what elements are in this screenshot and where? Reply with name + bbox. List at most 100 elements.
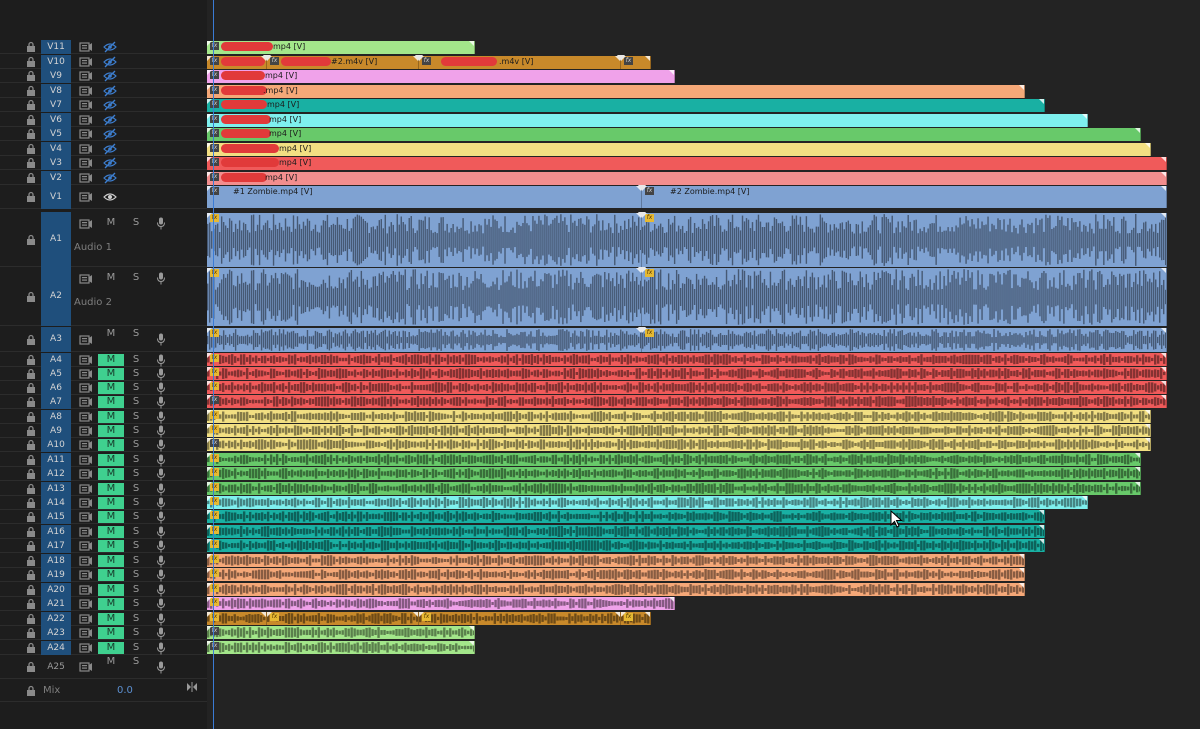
microphone-icon[interactable] [156,627,166,640]
microphone-icon[interactable] [156,613,166,626]
track-target-label[interactable]: V4 [41,142,71,156]
mute-button[interactable]: M [98,627,124,639]
video-clip[interactable]: fx mp4 [V] [207,172,1167,185]
microphone-icon[interactable] [156,584,166,597]
sync-lock-icon[interactable] [79,454,93,466]
sync-lock-icon[interactable] [79,114,93,126]
sync-lock-icon[interactable] [79,627,93,639]
mute-button[interactable]: M [98,497,124,509]
track-target-label[interactable]: A1 [41,212,71,267]
video-clip[interactable]: fx mp4 [V] [207,99,1045,112]
mute-button[interactable]: M [98,217,124,229]
solo-button[interactable]: S [129,627,143,639]
track-target-label[interactable]: A19 [41,568,71,582]
mute-button[interactable]: M [98,328,124,340]
microphone-icon[interactable] [156,411,166,424]
audio-clip[interactable]: fx [207,381,1167,394]
microphone-icon[interactable] [156,382,166,395]
audio-clip[interactable]: fx [207,496,1088,509]
sync-lock-icon[interactable] [79,569,93,581]
eye-off-icon[interactable] [103,56,117,68]
lock-icon[interactable] [25,85,37,97]
track-target-label[interactable]: A2 [41,267,71,326]
timeline-area[interactable]: fx mp4 [V] fx fx #2.m4v [V] fx .m4v [V] fx fx mp4… [207,0,1200,729]
mute-button[interactable]: M [98,555,124,567]
solo-button[interactable]: S [129,497,143,509]
solo-button[interactable]: S [129,656,143,668]
eye-off-icon[interactable] [103,41,117,53]
solo-button[interactable]: S [129,454,143,466]
solo-button[interactable]: S [129,468,143,480]
lock-icon[interactable] [25,540,37,552]
lock-icon[interactable] [25,334,37,346]
lock-icon[interactable] [25,468,37,480]
solo-button[interactable]: S [129,483,143,495]
solo-button[interactable]: S [129,439,143,451]
video-clip[interactable]: fx mp4 [V] [207,114,1088,127]
microphone-icon[interactable] [156,555,166,568]
sync-lock-icon[interactable] [79,157,93,169]
sync-lock-icon[interactable] [79,555,93,567]
sync-lock-icon[interactable] [79,598,93,610]
sync-lock-icon[interactable] [79,425,93,437]
audio-clip[interactable]: fx [207,626,475,639]
lock-icon[interactable] [25,191,37,203]
track-target-label[interactable]: A7 [41,395,71,409]
lock-icon[interactable] [25,172,37,184]
track-target-label[interactable]: A4 [41,353,71,367]
mute-button[interactable]: M [98,439,124,451]
track-target-label[interactable]: V6 [41,113,71,127]
video-clip[interactable]: fx mp4 [V] [207,70,675,83]
solo-button[interactable]: S [129,584,143,596]
track-target-label[interactable]: V8 [41,84,71,98]
mute-button[interactable]: M [98,411,124,423]
microphone-icon[interactable] [156,642,166,655]
mix-volume-value[interactable]: 0.0 [117,685,133,696]
mute-button[interactable]: M [98,526,124,538]
microphone-icon[interactable] [156,468,166,481]
sync-lock-icon[interactable] [79,468,93,480]
eye-off-icon[interactable] [103,157,117,169]
track-target-label[interactable]: V10 [41,55,71,69]
lock-icon[interactable] [25,454,37,466]
sync-lock-icon[interactable] [79,439,93,451]
lock-icon[interactable] [25,354,37,366]
microphone-icon[interactable] [156,439,166,452]
solo-button[interactable]: S [129,555,143,567]
lock-icon[interactable] [25,555,37,567]
lock-icon[interactable] [25,642,37,654]
solo-button[interactable]: S [129,396,143,408]
track-target-label[interactable]: A3 [41,327,71,352]
lock-icon[interactable] [25,396,37,408]
audio-clip[interactable]: fx [207,539,1045,552]
sync-lock-icon[interactable] [79,483,93,495]
audio-clip[interactable]: fx [207,597,675,610]
video-clip[interactable]: fx #1 Zombie.mp4 [V] [207,186,642,208]
mute-button[interactable]: M [98,425,124,437]
sync-lock-icon[interactable] [79,56,93,68]
track-target-label[interactable]: V2 [41,171,71,185]
audio-clip[interactable]: fx [419,612,621,625]
lock-icon[interactable] [25,70,37,82]
solo-button[interactable]: S [129,569,143,581]
audio-clip[interactable]: fx [642,268,1167,326]
sync-lock-icon[interactable] [79,368,93,380]
solo-button[interactable]: S [129,217,143,229]
audio-clip[interactable]: fx [207,367,1167,380]
lock-icon[interactable] [25,368,37,380]
audio-clip[interactable]: fx [207,568,1025,581]
solo-button[interactable]: S [129,411,143,423]
lock-icon[interactable] [25,613,37,625]
lock-icon[interactable] [25,483,37,495]
mute-button[interactable]: M [98,598,124,610]
video-clip[interactable]: fx #2 Zombie.mp4 [V] [642,186,1167,208]
mute-button[interactable]: M [98,511,124,523]
microphone-icon[interactable] [156,511,166,524]
track-target-label[interactable]: A12 [41,467,71,481]
mute-button[interactable]: M [98,272,124,284]
sync-lock-icon[interactable] [79,526,93,538]
mute-button[interactable]: M [98,613,124,625]
solo-button[interactable]: S [129,382,143,394]
lock-icon[interactable] [25,157,37,169]
audio-clip[interactable]: fx [621,612,651,625]
